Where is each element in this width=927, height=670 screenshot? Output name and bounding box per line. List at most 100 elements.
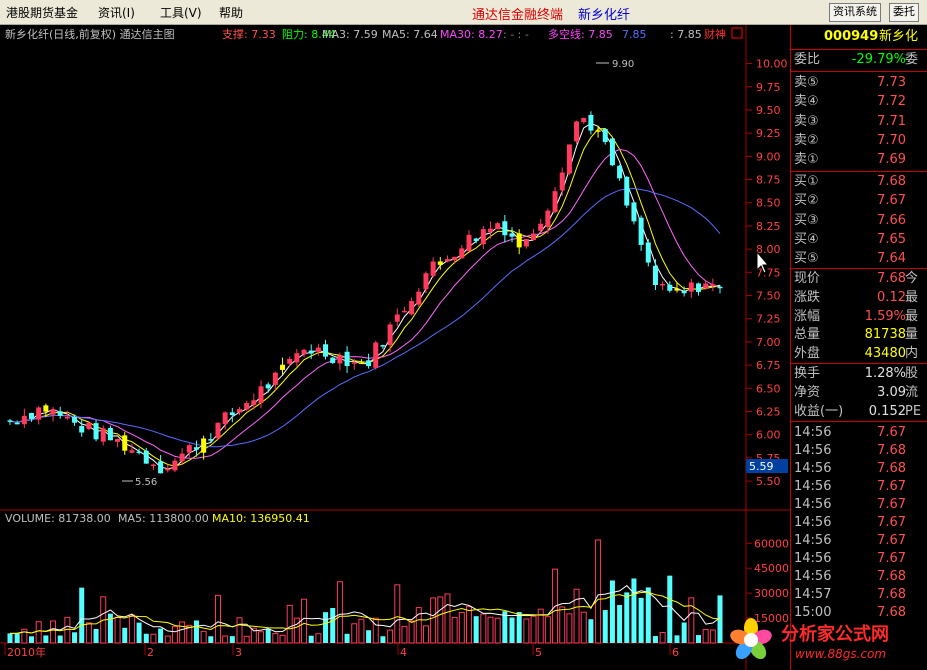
menu-bar: 港股期货基金 资讯(I) 工具(V) 帮助 通达信金融终端 新乡化纤 资讯系统 … bbox=[0, 0, 927, 25]
quote-row: 买⑤ 7.64 bbox=[794, 251, 906, 267]
candle-body bbox=[366, 360, 372, 367]
volume-bar bbox=[667, 575, 673, 643]
candle-body bbox=[93, 423, 99, 440]
price-tick-label: 10.00 bbox=[756, 58, 788, 71]
volume-bar bbox=[380, 636, 386, 643]
date-tick-label: 2 bbox=[147, 646, 154, 659]
quote-row: 14:56 7.67 bbox=[794, 425, 906, 440]
candle-body bbox=[107, 427, 113, 441]
candle-body bbox=[208, 439, 214, 441]
volume-bar bbox=[229, 636, 235, 643]
candle-body bbox=[122, 435, 128, 451]
candle-body bbox=[480, 229, 486, 245]
news-system-button[interactable]: 资讯系统 bbox=[829, 3, 881, 22]
candle-body bbox=[423, 273, 429, 290]
kline-chart[interactable]: 10.00 9.75 9.50 9.25 9.00 8.75 8.50 8.25 8.00 7.7… bbox=[0, 25, 790, 670]
candle-body bbox=[466, 234, 472, 252]
high-price-label: 9.90 bbox=[612, 59, 634, 70]
price-tick-label: 9.00 bbox=[756, 150, 781, 163]
candle-body bbox=[136, 451, 142, 454]
quote-row: 外盘 43480 内 bbox=[794, 346, 919, 362]
candle-body bbox=[401, 310, 407, 313]
watermark-url: www.88gs.com bbox=[795, 647, 886, 661]
candle-body bbox=[115, 438, 121, 442]
watermark-logo: 分析家公式网 www.88gs.com bbox=[730, 618, 889, 661]
candle-body bbox=[566, 144, 572, 174]
candle-body bbox=[179, 453, 185, 462]
volume-bar bbox=[143, 633, 149, 643]
candle-body bbox=[344, 351, 350, 367]
candle-body bbox=[308, 350, 314, 354]
quote-row: 14:56 7.67 bbox=[794, 479, 906, 494]
candle-body bbox=[337, 355, 343, 364]
candle-body bbox=[86, 422, 92, 430]
trade-button[interactable]: 委托 bbox=[889, 3, 919, 22]
menu-hk-futures[interactable]: 港股期货基金 bbox=[6, 4, 78, 21]
candle-body bbox=[222, 412, 228, 425]
stock-title: 新乡化纤 bbox=[578, 8, 631, 23]
candle-body bbox=[50, 409, 56, 415]
volume-bar bbox=[308, 635, 314, 643]
volume-tick-label: 30000 bbox=[754, 587, 789, 600]
candle-body bbox=[681, 291, 687, 294]
volume-bar bbox=[588, 619, 594, 643]
candle-body bbox=[602, 128, 608, 142]
ma30-label: MA30: 8.27 bbox=[440, 28, 503, 41]
volume-bar bbox=[57, 635, 63, 643]
dkx-label: 多空线: 7.85 bbox=[548, 27, 613, 41]
price-tick-label: 7.75 bbox=[756, 266, 781, 279]
candle-body bbox=[581, 117, 587, 123]
candle-body bbox=[100, 428, 106, 442]
price-tick-label: 9.25 bbox=[756, 127, 781, 140]
candle-body bbox=[294, 353, 300, 363]
quote-row: 14:57 7.68 bbox=[794, 587, 906, 602]
volume-header: VOLUME: 81738.00 MA5: 113800.00 MA10: 13… bbox=[5, 512, 310, 525]
candle-body bbox=[703, 283, 709, 289]
quote-row: 总量 81738 量 bbox=[794, 327, 919, 343]
volume-tick-label: 60000 bbox=[754, 537, 789, 550]
candle-body bbox=[552, 191, 558, 213]
candle-body bbox=[272, 372, 278, 385]
quote-row: 14:56 7.67 bbox=[794, 497, 906, 512]
candle-body bbox=[516, 233, 522, 248]
volume-bar bbox=[624, 592, 630, 643]
candle-body bbox=[717, 286, 723, 289]
watermark-title: 分析家公式网 bbox=[781, 623, 889, 645]
candle-body bbox=[7, 420, 13, 422]
volume-bar bbox=[43, 635, 49, 643]
volume-bar bbox=[645, 587, 651, 643]
candle-body bbox=[186, 445, 192, 453]
candle-body bbox=[244, 403, 250, 410]
dash-label: : - : - bbox=[503, 28, 529, 41]
candle-body bbox=[502, 221, 508, 236]
price-tick-label: 6.25 bbox=[756, 405, 781, 418]
quote-row: 14:56 7.68 bbox=[794, 461, 906, 476]
candle-body bbox=[617, 165, 623, 179]
candle-body bbox=[667, 284, 673, 291]
candle-body bbox=[129, 450, 135, 453]
menu-news[interactable]: 资讯(I) bbox=[98, 4, 135, 21]
vol-label: VOLUME: 81738.00 bbox=[5, 512, 111, 525]
quote-row: 14:56 7.67 bbox=[794, 551, 906, 566]
candle-body bbox=[72, 417, 78, 423]
vol-ma5-label: MA5: 113800.00 bbox=[118, 512, 209, 525]
volume-bar bbox=[509, 617, 515, 643]
candle-body bbox=[452, 256, 458, 261]
volume-bar bbox=[473, 616, 479, 643]
volume-bar bbox=[208, 636, 214, 643]
candle-body bbox=[387, 324, 393, 346]
ma5-label: MA5: 7.64 bbox=[382, 28, 438, 41]
ma3-label: MA3: 7.59 bbox=[322, 28, 378, 41]
volume-bar bbox=[631, 578, 637, 643]
candle-body bbox=[609, 138, 615, 166]
quote-row: 卖③ 7.71 bbox=[794, 113, 906, 129]
date-tick-label: 6 bbox=[672, 646, 679, 659]
menu-help[interactable]: 帮助 bbox=[219, 4, 243, 21]
candle-body bbox=[57, 411, 63, 416]
menu-tools[interactable]: 工具(V) bbox=[160, 4, 202, 21]
quote-row: 涨幅 1.59% 最 bbox=[794, 308, 919, 324]
fin-label: 财神 bbox=[704, 27, 726, 41]
candle-body bbox=[330, 357, 336, 363]
candle-body bbox=[265, 384, 271, 389]
candle-body bbox=[588, 114, 594, 131]
